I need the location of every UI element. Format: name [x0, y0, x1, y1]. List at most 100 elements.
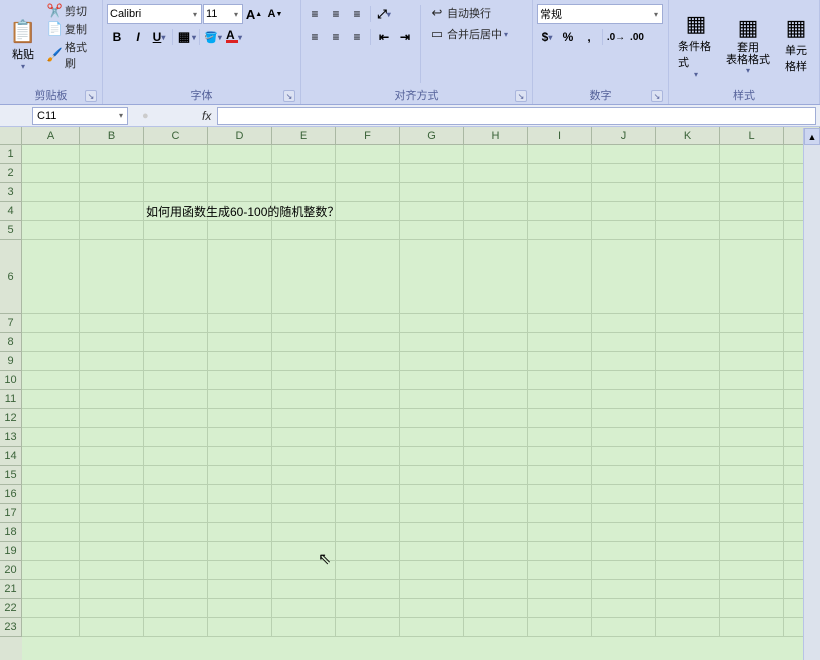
- column-header[interactable]: D: [208, 127, 272, 145]
- cell[interactable]: [720, 145, 784, 163]
- cell[interactable]: [592, 240, 656, 313]
- cell[interactable]: [22, 221, 80, 239]
- copy-button[interactable]: 📄复制: [44, 20, 98, 38]
- cell[interactable]: [592, 580, 656, 598]
- cell[interactable]: [656, 390, 720, 408]
- row-header[interactable]: 20: [0, 561, 22, 580]
- cell[interactable]: [720, 183, 784, 201]
- cell[interactable]: [144, 504, 208, 522]
- cell[interactable]: [144, 561, 208, 579]
- cell[interactable]: [80, 523, 144, 541]
- cell[interactable]: [80, 428, 144, 446]
- cell[interactable]: [528, 447, 592, 465]
- cell[interactable]: [336, 504, 400, 522]
- column-header[interactable]: H: [464, 127, 528, 145]
- cell[interactable]: [720, 164, 784, 182]
- cell[interactable]: [528, 485, 592, 503]
- cell[interactable]: [464, 314, 528, 332]
- format-as-table-button[interactable]: ▦ 套用 表格格式 ▾: [721, 2, 775, 86]
- cell[interactable]: [400, 542, 464, 560]
- cell[interactable]: [272, 561, 336, 579]
- cell[interactable]: [592, 542, 656, 560]
- cell[interactable]: [208, 428, 272, 446]
- cell[interactable]: [528, 221, 592, 239]
- row-header[interactable]: 3: [0, 183, 22, 202]
- cell[interactable]: [80, 618, 144, 636]
- cell[interactable]: [656, 580, 720, 598]
- cell[interactable]: [272, 240, 336, 313]
- cell[interactable]: [400, 183, 464, 201]
- cell[interactable]: [80, 221, 144, 239]
- paste-button[interactable]: 📋 粘贴 ▾: [4, 2, 42, 86]
- cell[interactable]: [80, 390, 144, 408]
- cell[interactable]: [400, 371, 464, 389]
- cell[interactable]: [720, 618, 784, 636]
- comma-style-button[interactable]: ,: [579, 27, 599, 47]
- align-top-button[interactable]: ≡: [305, 4, 325, 24]
- row-header[interactable]: 2: [0, 164, 22, 183]
- cell[interactable]: [528, 145, 592, 163]
- cell[interactable]: 如何用函数生成60-100的随机整数？: [144, 202, 208, 220]
- column-header[interactable]: I: [528, 127, 592, 145]
- cell[interactable]: [720, 599, 784, 617]
- cell[interactable]: [528, 580, 592, 598]
- cell[interactable]: [656, 485, 720, 503]
- cell[interactable]: [336, 314, 400, 332]
- cell[interactable]: [272, 599, 336, 617]
- cell[interactable]: [528, 202, 592, 220]
- cell[interactable]: [720, 371, 784, 389]
- cell[interactable]: [528, 314, 592, 332]
- cell[interactable]: [464, 183, 528, 201]
- cell[interactable]: [80, 599, 144, 617]
- cell[interactable]: [22, 409, 80, 427]
- row-header[interactable]: 1: [0, 145, 22, 164]
- decrease-font-button[interactable]: A▼: [265, 4, 285, 24]
- cell[interactable]: [208, 580, 272, 598]
- cell[interactable]: [720, 523, 784, 541]
- cell[interactable]: [464, 240, 528, 313]
- cell[interactable]: [144, 183, 208, 201]
- cells-area[interactable]: 如何用函数生成60-100的随机整数？: [22, 145, 820, 660]
- name-box[interactable]: C11▾: [32, 107, 128, 125]
- cell[interactable]: [22, 561, 80, 579]
- cell[interactable]: [400, 164, 464, 182]
- cell[interactable]: [144, 164, 208, 182]
- cell[interactable]: [336, 183, 400, 201]
- cell[interactable]: [592, 314, 656, 332]
- cell[interactable]: [464, 333, 528, 351]
- cell[interactable]: [528, 561, 592, 579]
- cell[interactable]: [528, 164, 592, 182]
- dialog-launcher-icon[interactable]: ↘: [85, 90, 97, 102]
- cell[interactable]: [400, 333, 464, 351]
- row-header[interactable]: 4: [0, 202, 22, 221]
- cell[interactable]: [528, 371, 592, 389]
- cell[interactable]: [80, 580, 144, 598]
- cell[interactable]: [464, 371, 528, 389]
- cell[interactable]: [592, 352, 656, 370]
- column-header[interactable]: B: [80, 127, 144, 145]
- cell[interactable]: [592, 561, 656, 579]
- cell[interactable]: [144, 371, 208, 389]
- fx-icon[interactable]: fx: [199, 109, 215, 123]
- cell[interactable]: [336, 202, 400, 220]
- cell[interactable]: [464, 390, 528, 408]
- cell[interactable]: [528, 390, 592, 408]
- font-name-combo[interactable]: Calibri▾: [107, 4, 202, 24]
- cell[interactable]: [272, 409, 336, 427]
- cell[interactable]: [336, 580, 400, 598]
- align-bottom-button[interactable]: ≡: [347, 4, 367, 24]
- cell[interactable]: [208, 618, 272, 636]
- row-header[interactable]: 7: [0, 314, 22, 333]
- cell[interactable]: [592, 428, 656, 446]
- dialog-launcher-icon[interactable]: ↘: [283, 90, 295, 102]
- row-header[interactable]: 14: [0, 447, 22, 466]
- cell[interactable]: [336, 447, 400, 465]
- cell[interactable]: [144, 523, 208, 541]
- cell[interactable]: [720, 561, 784, 579]
- cell[interactable]: [80, 240, 144, 313]
- row-header[interactable]: 11: [0, 390, 22, 409]
- cell[interactable]: [592, 183, 656, 201]
- row-header[interactable]: 10: [0, 371, 22, 390]
- cell[interactable]: [400, 221, 464, 239]
- cell[interactable]: [22, 428, 80, 446]
